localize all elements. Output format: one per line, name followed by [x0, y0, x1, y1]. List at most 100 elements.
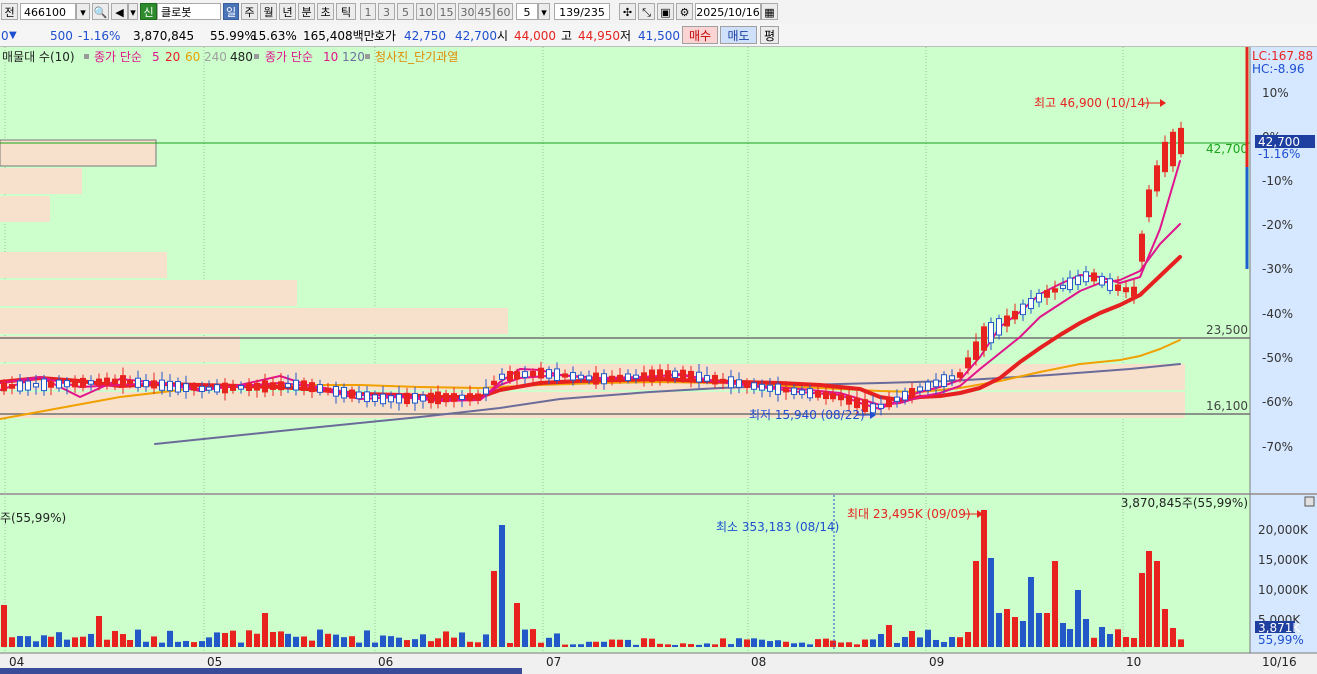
candle-body — [941, 374, 947, 387]
candle-body — [341, 386, 347, 399]
open-label: 시 — [497, 29, 509, 43]
month-label-04: 04 — [9, 655, 24, 669]
interval-60[interactable]: 60 — [494, 3, 513, 20]
candle-body — [1154, 165, 1160, 192]
volume-bar — [183, 640, 189, 647]
buy-button[interactable]: 매수 — [682, 26, 718, 44]
pct-tick-m10: -10% — [1262, 174, 1293, 188]
volume-bar — [696, 644, 702, 647]
candle-body — [965, 357, 971, 369]
volume-bar — [815, 639, 821, 647]
legend-volume-profile: 매물대 수(10) — [2, 50, 75, 64]
period-tab-week[interactable]: 주 — [241, 3, 258, 20]
unit-dropdown-icon[interactable]: ▾ — [538, 3, 550, 20]
candle-body — [396, 393, 402, 404]
volume-bar — [96, 616, 102, 647]
candle-body — [593, 372, 599, 385]
sound-icon[interactable]: ◀ — [111, 3, 128, 20]
stock-name-field[interactable]: 클로봇 — [157, 3, 221, 20]
candle-body — [625, 373, 631, 382]
candle-body — [278, 381, 284, 391]
period-tab-year[interactable]: 년 — [279, 3, 296, 20]
interval-1[interactable]: 1 — [360, 3, 376, 20]
volume-bar — [823, 638, 829, 647]
interval-45[interactable]: 45 — [475, 3, 494, 20]
volume-bar — [680, 643, 686, 647]
volume-bar — [483, 634, 489, 647]
period-tab-day[interactable]: 일 — [223, 3, 239, 20]
interval-10[interactable]: 10 — [416, 3, 435, 20]
search-icon[interactable]: 🔍 — [92, 3, 109, 20]
candle-body — [570, 372, 576, 381]
volume-close-icon[interactable] — [1304, 496, 1315, 507]
save-icon[interactable]: ▣ — [657, 3, 674, 20]
period-tab-second[interactable]: 초 — [317, 3, 334, 20]
volume-bar — [191, 642, 197, 647]
candle-body — [870, 403, 876, 414]
volume-bar — [270, 631, 276, 647]
volume-bar — [949, 636, 955, 647]
calendar-icon[interactable]: ▦ — [761, 3, 778, 20]
crosshair-icon[interactable]: ✣ — [619, 3, 636, 20]
candle-body — [420, 394, 426, 402]
volume-bar — [625, 639, 631, 647]
horizontal-scrollbar[interactable] — [0, 668, 522, 674]
candle-body — [467, 393, 473, 402]
period-tab-month[interactable]: 월 — [260, 3, 277, 20]
volume-bar — [104, 639, 110, 647]
candle-body — [1028, 298, 1034, 310]
candle-body — [1052, 288, 1058, 293]
sound-dropdown-icon[interactable]: ▾ — [128, 3, 138, 20]
period-tab-minute[interactable]: 분 — [298, 3, 315, 20]
interval-5[interactable]: 5 — [397, 3, 414, 20]
candle-body — [830, 393, 836, 400]
candle-body — [127, 379, 133, 385]
legend-ma1-label: 종가 단순 — [94, 50, 142, 64]
volume-bar — [1154, 561, 1160, 647]
sell-button[interactable]: 매도 — [720, 26, 757, 44]
code-dropdown-icon[interactable]: ▾ — [76, 3, 90, 20]
gear-icon[interactable]: ⚙ — [676, 3, 693, 20]
candle-body — [767, 384, 773, 392]
volume-bar — [870, 639, 876, 647]
volume-bar — [704, 643, 710, 647]
unit-count-input[interactable]: 5 — [516, 3, 538, 20]
stock-chart[interactable]: 매물대 수(10) 종가 단순 5 20 60 240 480 종가 단순 10… — [0, 47, 1317, 674]
volume-bar — [507, 642, 513, 647]
pct-tick-m70: -70% — [1262, 440, 1293, 454]
average-button[interactable]: 평 — [760, 26, 779, 44]
draw-line-icon[interactable]: ⤡ — [638, 3, 655, 20]
bid-price: 42,700 — [455, 29, 497, 43]
market-selector[interactable]: 전 — [1, 3, 18, 20]
volume-bar — [1131, 638, 1137, 647]
interval-15[interactable]: 15 — [437, 3, 456, 20]
candle-body — [546, 369, 552, 379]
interval-3[interactable]: 3 — [378, 3, 395, 20]
candle-body — [262, 380, 268, 393]
candle-body — [759, 383, 765, 391]
candle-body — [1020, 303, 1026, 316]
candle-body — [380, 393, 386, 405]
volume-bar — [396, 637, 402, 647]
candle-body — [143, 379, 149, 388]
current-pct-label: -1.16% — [1258, 147, 1300, 161]
date-input[interactable]: 2025/10/16 — [695, 3, 761, 20]
candle-body — [428, 392, 434, 404]
volume-bar — [222, 632, 228, 647]
pct-tick-m20: -20% — [1262, 218, 1293, 232]
trade-amount: 165,408백만 — [303, 29, 375, 43]
candle-body — [151, 380, 157, 389]
candle-body — [238, 385, 244, 390]
candle-body — [988, 322, 994, 344]
period-tab-tick[interactable]: 틱 — [336, 3, 356, 20]
volume-bar — [854, 644, 860, 647]
candle-body — [1146, 189, 1152, 218]
lc-label: LC:167.88 — [1252, 49, 1313, 63]
candle-body — [412, 393, 418, 404]
volume-bar — [546, 637, 552, 647]
low-price: 41,500 — [638, 29, 680, 43]
volume-bar — [807, 644, 813, 647]
volume-bar — [48, 636, 54, 647]
candle-body — [823, 391, 829, 400]
stock-code-input[interactable]: 466100 — [20, 3, 76, 20]
